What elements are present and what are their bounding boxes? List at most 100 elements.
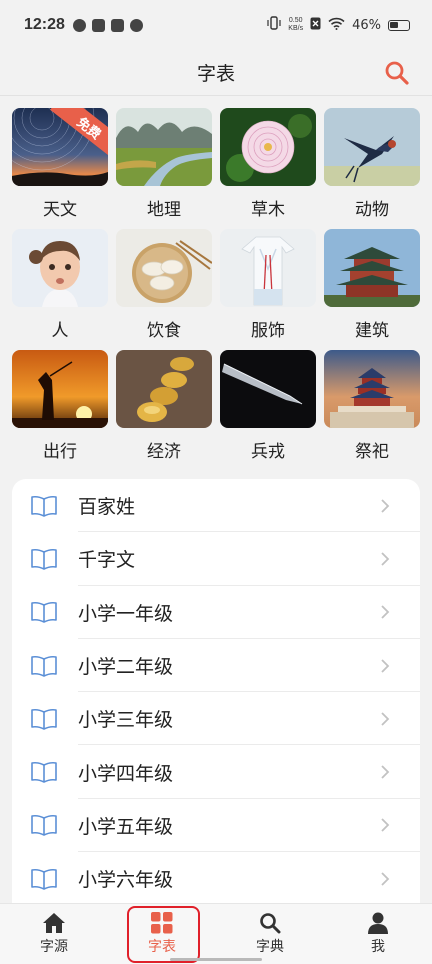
hanfu-robe-photo [220,229,316,307]
chevron-right-icon [381,499,390,513]
status-bar: 12:28 0.50 KB/s 46% [0,0,432,50]
child-portrait-photo [12,229,108,307]
list-item-label: 小学六年级 [78,869,174,892]
net-speed: 0.50 KB/s [288,17,303,33]
chevron-right-icon [381,552,390,566]
home-icon [43,913,65,933]
vibrate-icon [267,16,281,34]
battery-percent: 46% [352,17,381,33]
silhouette-sunset-photo [12,350,108,428]
category-astronomy[interactable]: 免费 天文 [12,108,108,229]
list-item-label: 小学一年级 [78,602,174,625]
tab-dictionary[interactable]: 字典 [216,904,324,964]
list-item-label: 千字文 [78,549,136,572]
wifi-icon [328,17,345,34]
home-indicator [170,958,262,961]
list-item[interactable]: 百家姓 [12,479,420,533]
chevron-right-icon [381,818,390,833]
category-label: 服饰 [251,321,285,341]
app-icon [129,18,143,32]
category-label: 祭祀 [355,442,389,462]
list-item-label: 小学四年级 [78,762,174,785]
category-plants[interactable]: 草木 [220,108,316,229]
person-icon [368,912,388,934]
category-economy[interactable]: 经济 [116,350,212,471]
book-icon [31,762,57,783]
tab-word-table[interactable]: 字表 [108,904,216,964]
book-icon [31,495,57,517]
chevron-right-icon [381,872,390,886]
category-military[interactable]: 兵戎 [220,350,316,471]
tab-label: 字典 [256,939,284,955]
category-label: 动物 [355,200,389,220]
header: 字表 [0,50,432,96]
gold-ingots-photo [116,350,212,428]
tab-label: 字源 [40,939,68,955]
river-landscape-photo [116,108,212,186]
grid-icon [151,912,173,934]
book-icon [31,868,57,890]
category-label: 饮食 [147,321,181,341]
chevron-right-icon [381,658,390,673]
sword-blade-photo [220,350,316,428]
tab-origins[interactable]: 字源 [0,904,108,964]
list-item[interactable]: 小学三年级 [12,692,420,746]
book-icon [31,815,57,837]
net-speed-unit: KB/s [288,25,304,32]
page-title: 字表 [196,63,235,85]
battery-icon [388,19,410,31]
search-icon [385,61,409,85]
chevron-right-icon [381,765,390,779]
category-travel[interactable]: 出行 [12,350,108,471]
status-time: 12:28 [24,16,65,33]
star-trails-photo: 免费 [12,108,108,186]
bottom-tab-bar: 字源 字表 字典 我 [0,903,432,964]
list-item-label: 小学二年级 [78,656,174,679]
tab-me[interactable]: 我 [324,904,432,964]
category-label: 出行 [43,442,77,462]
book-icon [31,548,57,570]
search-button[interactable] [380,56,414,90]
category-label: 兵戎 [251,442,285,462]
list-item[interactable]: 小学五年级 [12,799,420,853]
chevron-right-icon [381,712,390,726]
tab-label: 我 [371,939,385,955]
list-item[interactable]: 小学二年级 [12,639,420,693]
category-food[interactable]: 饮食 [116,229,212,350]
category-label: 建筑 [355,321,389,341]
category-label: 地理 [147,200,181,220]
mail-icon [91,18,105,32]
app-icon [72,18,86,32]
dahlia-flower-photo [220,108,316,186]
chevron-right-icon [381,605,390,619]
list-item[interactable]: 小学一年级 [12,586,420,640]
category-people[interactable]: 人 [12,229,108,350]
category-label: 天文 [43,200,77,220]
category-label: 经济 [147,442,181,462]
category-label: 人 [51,321,69,341]
tiktok-icon [110,18,124,32]
status-app-icons [72,18,143,32]
category-grid: 免费 天文 地理 草木 动物 人 饮食 服饰 建筑 出行 经济 兵戎 祭祀 [12,108,420,471]
pagoda-tower-photo [324,229,420,307]
search-icon [260,913,281,934]
category-clothing[interactable]: 服饰 [220,229,316,350]
list-item[interactable]: 小学四年级 [12,745,420,800]
net-speed-value: 0.50 [288,17,303,24]
category-label: 草木 [251,200,285,220]
category-geography[interactable]: 地理 [116,108,212,229]
list-item-label: 百家姓 [78,496,136,519]
book-icon [31,708,57,730]
swallow-bird-photo [324,108,420,186]
temple-of-heaven-photo [324,350,420,428]
book-icon [31,602,57,624]
list-item[interactable]: 千字文 [12,532,420,586]
category-sacrifice[interactable]: 祭祀 [324,350,420,471]
book-icon [31,655,57,677]
tab-label: 字表 [148,939,176,955]
list-item-label: 小学五年级 [78,815,174,838]
dumplings-photo [116,229,212,307]
category-animals[interactable]: 动物 [324,108,420,229]
list-item[interactable]: 小学六年级 [12,852,420,906]
category-architecture[interactable]: 建筑 [324,229,420,350]
